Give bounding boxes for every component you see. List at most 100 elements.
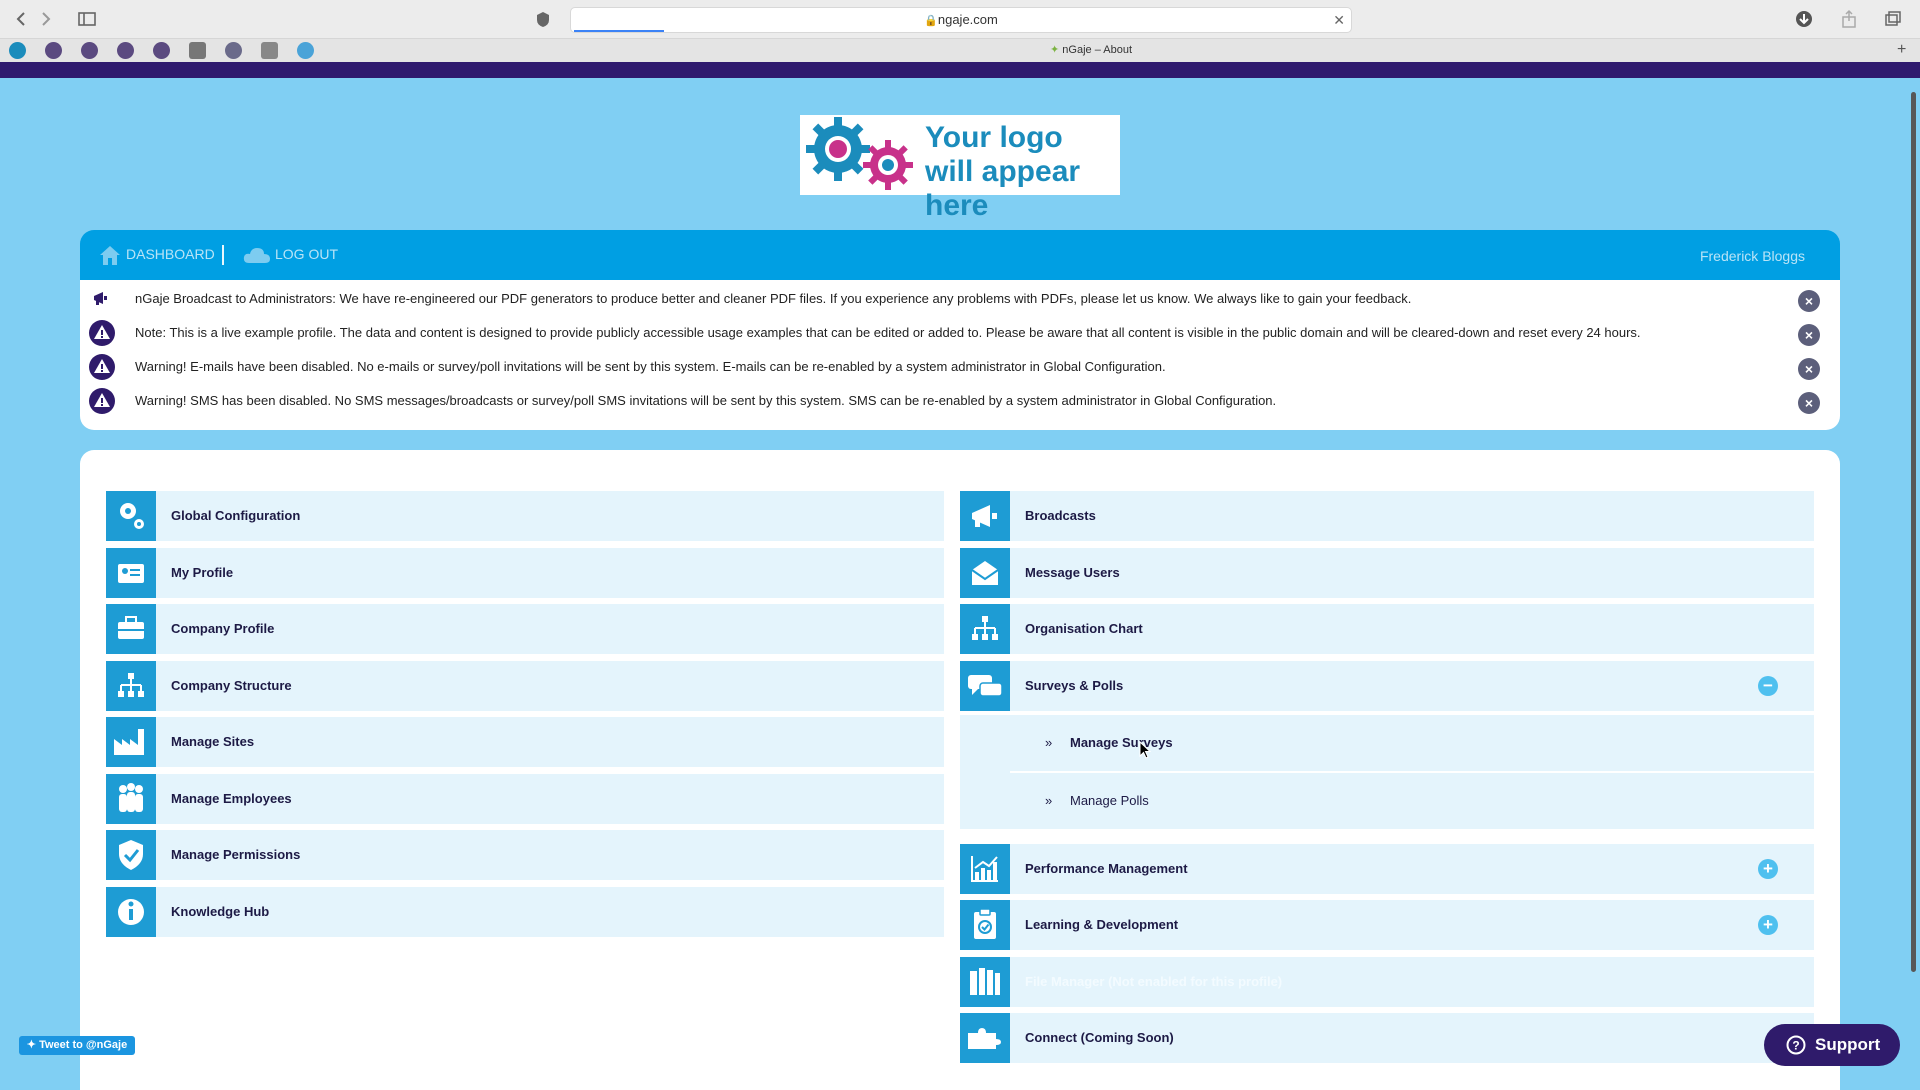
page-scrollbar[interactable] bbox=[1911, 92, 1916, 972]
privacy-shield-button[interactable] bbox=[532, 9, 554, 29]
notice-item: Warning! SMS has been disabled. No SMS m… bbox=[80, 384, 1840, 418]
bookmark-6-icon[interactable] bbox=[189, 42, 206, 59]
mouse-cursor-icon bbox=[1139, 741, 1151, 759]
menu-my-profile[interactable]: My Profile bbox=[106, 548, 944, 598]
notice-item: nGaje Broadcast to Administrators: We ha… bbox=[80, 282, 1840, 316]
menu-broadcasts[interactable]: Broadcasts bbox=[960, 491, 1814, 541]
submenu-manage-surveys[interactable]: » Manage Surveys bbox=[1010, 715, 1814, 773]
submenu-label: Manage Polls bbox=[1070, 793, 1149, 808]
menu-label: Global Configuration bbox=[171, 508, 301, 523]
files-icon bbox=[960, 957, 1010, 1007]
plus-icon: + bbox=[1763, 859, 1773, 878]
menu-connect[interactable]: Connect (Coming Soon) bbox=[960, 1013, 1814, 1063]
bookmark-4-icon[interactable] bbox=[117, 42, 134, 59]
info-icon bbox=[106, 887, 156, 937]
puzzle-icon bbox=[960, 1013, 1010, 1063]
active-tab[interactable]: ✦ nGaje – About bbox=[1050, 42, 1132, 59]
bullet-icon: » bbox=[1045, 735, 1053, 750]
tab-favicon-icon: ✦ bbox=[1050, 44, 1060, 56]
briefcase-icon bbox=[106, 604, 156, 654]
clipboard-check-icon bbox=[960, 900, 1010, 950]
menu-label: Learning & Development bbox=[1025, 917, 1179, 932]
tab-title: nGaje – About bbox=[1062, 44, 1133, 56]
bookmark-2-icon[interactable] bbox=[45, 42, 62, 59]
support-label: Support bbox=[1815, 1035, 1881, 1054]
submenu-manage-polls[interactable]: » Manage Polls bbox=[1010, 773, 1814, 829]
bookmark-3-icon[interactable] bbox=[81, 42, 98, 59]
share-button[interactable] bbox=[1838, 9, 1860, 29]
menu-label: Message Users bbox=[1025, 565, 1120, 580]
forward-button[interactable] bbox=[35, 9, 57, 29]
lock-icon: 🔒 bbox=[924, 15, 938, 27]
menu-company-profile[interactable]: Company Profile bbox=[106, 604, 944, 654]
dismiss-notice-button[interactable]: × bbox=[1798, 290, 1820, 312]
menu-file-manager: File Manager (Not enabled for this profi… bbox=[960, 957, 1814, 1007]
address-bar[interactable]: 🔒ngaje.com ✕ bbox=[570, 7, 1352, 33]
shield-icon bbox=[537, 12, 549, 27]
bullet-icon: » bbox=[1045, 793, 1053, 808]
menu-surveys-polls[interactable]: Surveys & Polls − bbox=[960, 661, 1814, 711]
menu-performance-management[interactable]: Performance Management + bbox=[960, 844, 1814, 894]
warning-icon bbox=[89, 320, 115, 346]
menu-company-structure[interactable]: Company Structure bbox=[106, 661, 944, 711]
id-card-icon bbox=[106, 548, 156, 598]
stop-loading-button[interactable]: ✕ bbox=[1333, 8, 1345, 32]
cloud-icon bbox=[243, 248, 270, 264]
tabs-icon bbox=[1885, 11, 1901, 26]
factory-icon bbox=[106, 717, 156, 767]
notice-text: Note: This is a live example profile. Th… bbox=[135, 325, 1641, 340]
downloads-button[interactable] bbox=[1793, 9, 1815, 29]
menu-label: My Profile bbox=[171, 565, 234, 580]
favorites-bar: ✦ nGaje – About + bbox=[0, 38, 1920, 62]
tweet-button[interactable]: ✦ Tweet to @nGaje bbox=[19, 1036, 135, 1055]
svg-text:?: ? bbox=[1792, 1039, 1799, 1053]
gears-logo-icon bbox=[806, 117, 913, 190]
bookmark-7-icon[interactable] bbox=[225, 42, 242, 59]
chat-bubbles-icon bbox=[960, 661, 1010, 711]
submenu-label: Manage Surveys bbox=[1070, 735, 1173, 750]
nav-logout-label: LOG OUT bbox=[275, 246, 339, 262]
sidebar-toggle-button[interactable] bbox=[76, 9, 98, 29]
menu-manage-sites[interactable]: Manage Sites bbox=[106, 717, 944, 767]
tabs-overview-button[interactable] bbox=[1882, 9, 1904, 29]
expand-toggle[interactable]: + bbox=[1758, 859, 1778, 879]
share-icon bbox=[1842, 9, 1856, 28]
close-icon: × bbox=[1804, 293, 1814, 309]
browser-chrome: 🔒ngaje.com ✕ ✦ nGaje – About + bbox=[0, 0, 1920, 62]
chart-icon bbox=[960, 844, 1010, 894]
shield-check-icon bbox=[106, 830, 156, 880]
bookmark-8-icon[interactable] bbox=[261, 42, 278, 59]
nav-logout[interactable]: LOG OUT bbox=[243, 230, 338, 280]
warning-icon bbox=[89, 354, 115, 380]
menu-global-configuration[interactable]: Global Configuration bbox=[106, 491, 944, 541]
dismiss-notice-button[interactable]: × bbox=[1798, 324, 1820, 346]
menu-manage-permissions[interactable]: Manage Permissions bbox=[106, 830, 944, 880]
menu-knowledge-hub[interactable]: Knowledge Hub bbox=[106, 887, 944, 937]
bookmark-1-icon[interactable] bbox=[9, 42, 26, 59]
dismiss-notice-button[interactable]: × bbox=[1798, 358, 1820, 380]
menu-label: File Manager (Not enabled for this profi… bbox=[1025, 974, 1283, 989]
menu-label: Company Structure bbox=[171, 678, 292, 693]
nav-separator bbox=[222, 245, 224, 265]
menu-organisation-chart[interactable]: Organisation Chart bbox=[960, 604, 1814, 654]
menu-manage-employees[interactable]: Manage Employees bbox=[106, 774, 944, 824]
bookmark-9-icon[interactable] bbox=[297, 42, 314, 59]
collapse-toggle[interactable]: − bbox=[1758, 676, 1778, 696]
support-button[interactable]: ? Support bbox=[1764, 1024, 1900, 1066]
dismiss-notice-button[interactable]: × bbox=[1798, 392, 1820, 414]
url-label: ngaje.com bbox=[937, 12, 998, 27]
new-tab-button[interactable]: + bbox=[1897, 39, 1906, 61]
close-icon: × bbox=[1804, 395, 1814, 411]
hierarchy-icon bbox=[106, 661, 156, 711]
expand-toggle[interactable]: + bbox=[1758, 915, 1778, 935]
back-button[interactable] bbox=[10, 9, 32, 29]
nav-dashboard[interactable]: DASHBOARD bbox=[98, 230, 215, 280]
browser-toolbar: 🔒ngaje.com ✕ bbox=[0, 0, 1920, 38]
menu-message-users[interactable]: Message Users bbox=[960, 548, 1814, 598]
bookmark-5-icon[interactable] bbox=[153, 42, 170, 59]
warning-icon bbox=[89, 388, 115, 414]
current-user-name[interactable]: Frederick Bloggs bbox=[1700, 230, 1805, 280]
home-icon bbox=[100, 246, 120, 266]
menu-learning-development[interactable]: Learning & Development + bbox=[960, 900, 1814, 950]
address-text: 🔒ngaje.com bbox=[571, 8, 1351, 32]
